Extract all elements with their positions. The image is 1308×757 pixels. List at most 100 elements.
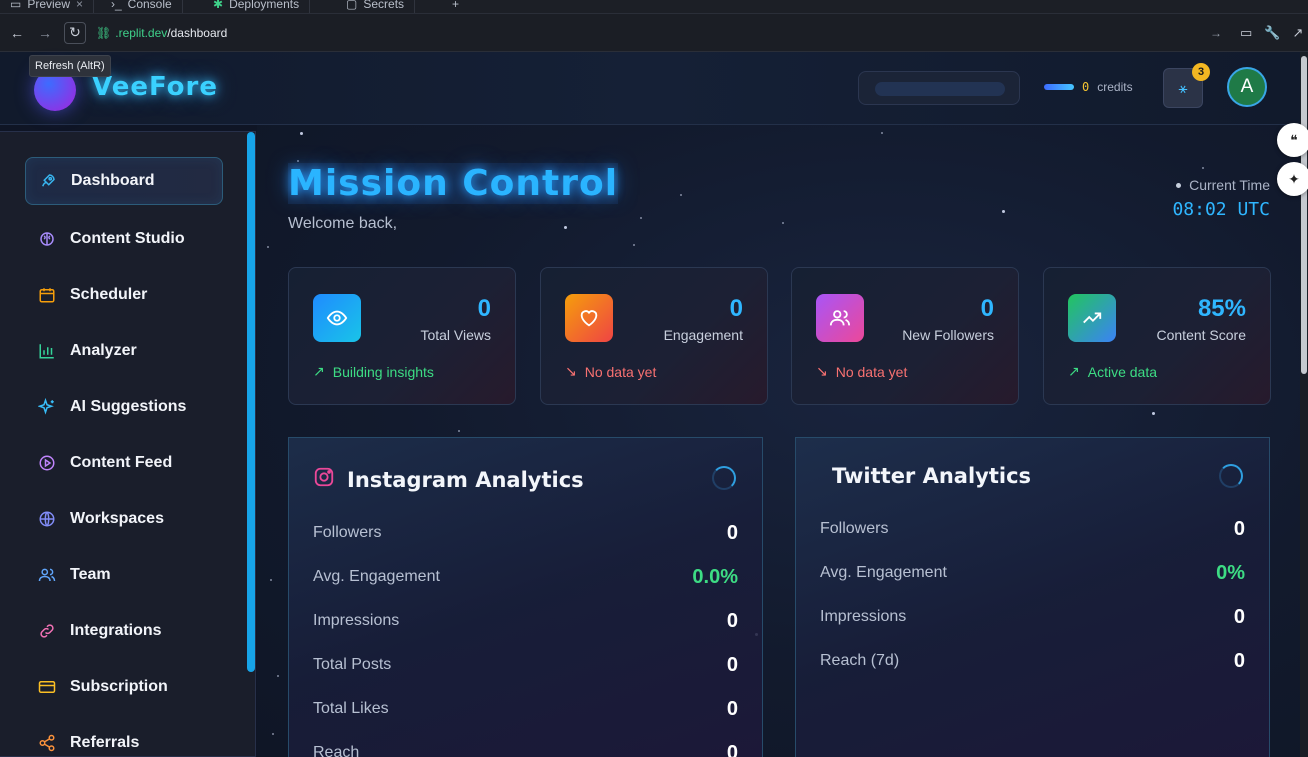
devices-icon[interactable]: ▭ [1240,25,1252,41]
notification-badge: 3 [1192,63,1210,81]
go-arrow-icon[interactable]: → [1210,26,1222,40]
star-decoration [297,160,299,162]
link-icon: ⛓ [96,25,112,40]
sidebar-item-ai-suggestions[interactable]: AI Suggestions [25,383,223,431]
stat-trend: ↘ No data yet [816,363,908,380]
app-header: VeeFore 0 credits ⚹ 3 A [0,52,1300,125]
star-decoration [680,194,682,196]
notifications-button[interactable]: ⚹ 3 [1163,63,1210,108]
star-decoration [272,733,274,735]
sidebar-item-content-studio[interactable]: Content Studio [25,215,223,263]
trending-up-icon [1068,294,1116,342]
search-placeholder-bar [875,82,1005,96]
tab-deployments[interactable]: ✱ Deployments [203,0,311,13]
star-decoration [458,430,460,432]
trending-up-icon: ↗ [1068,363,1080,379]
star-decoration [270,579,272,581]
sidebar-item-analyzer[interactable]: Analyzer [25,327,223,375]
globe-icon [38,510,56,528]
deploy-icon: ✱ [213,0,224,11]
browser-url-bar: ← → ↻ ⛓ .replit.dev/dashboard → ▭ 🔧 ↗ [0,14,1308,52]
sparkles-icon [38,398,56,416]
search-input[interactable] [858,71,1020,105]
sidebar-item-subscription[interactable]: Subscription [25,663,223,711]
metric-row: Impressions 0 [820,605,1245,628]
metric-row: Reach (7d) 0 [820,649,1245,672]
heart-icon [565,294,613,342]
twitter-analytics-title: Twitter Analytics [832,464,1032,488]
sidebar: Dashboard Content Studio Scheduler Analy… [0,131,256,757]
stat-label: Engagement [663,327,743,343]
stat-value: 0 [980,295,994,322]
loading-spinner [1219,464,1243,488]
wrench-icon[interactable]: 🔧 [1264,25,1280,41]
brand-name[interactable]: VeeFore [92,72,218,102]
stat-card-total-views[interactable]: 0 Total Views ↗ Building insights [288,267,516,405]
brain-icon [38,230,56,248]
tab-preview[interactable]: ▭ Preview × [0,0,95,13]
satellite-icon: ⚹ [1178,79,1188,97]
browser-tab-bar: ▭ Preview × ›_ Console ✱ Deployments ▢ Secret… [0,0,1308,14]
sidebar-item-content-feed[interactable]: Content Feed [25,439,223,487]
metric-row: Followers 0 [313,521,738,544]
users-icon [38,566,56,584]
sparkle-assistant-icon[interactable]: ✦ [1277,162,1308,196]
monitor-icon: ▭ [10,0,22,11]
star-decoration [1002,210,1005,213]
external-link-icon[interactable]: ↗ [1292,25,1303,41]
terminal-icon: ›_ [111,0,122,11]
page-scrollbar[interactable] [1301,56,1307,374]
current-time-value: 08:02 UTC [1172,199,1270,220]
stat-card-new-followers[interactable]: 0 New Followers ↘ No data yet [791,267,1019,405]
sidebar-item-referrals[interactable]: Referrals [25,719,223,756]
metric-row: Followers 0 [820,517,1245,540]
metric-row: Avg. Engagement 0% [820,561,1245,584]
loading-spinner [712,466,736,490]
back-arrow-icon[interactable]: ← [6,22,28,44]
quote-icon[interactable]: ❝ [1277,123,1308,157]
star-decoration [1202,167,1204,169]
stat-trend: ↗ Building insights [313,363,434,380]
new-tab-button[interactable]: + [442,0,469,13]
tab-console[interactable]: ›_ Console [101,0,183,13]
main-content: Mission Control Welcome back, Current Ti… [257,125,1300,757]
star-decoration [633,244,635,246]
star-decoration [267,246,269,248]
eye-icon [313,294,361,342]
metric-row: Impressions 0 [313,609,738,632]
metric-row: Avg. Engagement 0.0% [313,565,738,588]
users-icon [816,294,864,342]
stat-card-content-score[interactable]: 85% Content Score ↗ Active data [1043,267,1271,405]
play-circle-icon [38,454,56,472]
trending-down-icon: ↘ [816,363,828,379]
page-title: Mission Control [288,163,619,204]
avatar[interactable]: A [1227,67,1267,107]
stat-card-engagement[interactable]: 0 Engagement ↘ No data yet [540,267,768,405]
sidebar-item-team[interactable]: Team [25,551,223,599]
sidebar-item-scheduler[interactable]: Scheduler [25,271,223,319]
credits-indicator[interactable]: 0 credits [1044,80,1133,94]
star-decoration [881,132,883,134]
calendar-icon [38,286,56,304]
sidebar-item-workspaces[interactable]: Workspaces [25,495,223,543]
credit-bar [1044,84,1074,90]
current-time-label: Current Time [1176,177,1270,193]
credits-count: 0 [1082,80,1090,94]
trending-down-icon: ↘ [565,363,577,379]
sidebar-item-dashboard[interactable]: Dashboard [25,157,223,205]
star-decoration [1152,412,1155,415]
reload-icon[interactable]: ↻ [64,21,86,44]
tab-secrets[interactable]: ▢ Secrets [336,0,416,13]
sidebar-item-integrations[interactable]: Integrations [25,607,223,655]
sidebar-scrollbar[interactable] [247,132,255,672]
stat-label: Total Views [420,327,491,343]
star-decoration [277,675,279,677]
close-icon[interactable]: × [76,0,83,11]
instagram-analytics-title: Instagram Analytics [313,466,584,493]
url-input[interactable]: ⛓ .replit.dev/dashboard → [92,22,1226,44]
forward-arrow-icon[interactable]: → [34,22,56,44]
share-icon [38,734,56,752]
instagram-analytics-card: Instagram Analytics Followers 0 Avg. Enga… [288,437,763,757]
stat-label: Content Score [1156,327,1247,343]
trending-up-icon: ↗ [313,363,325,379]
